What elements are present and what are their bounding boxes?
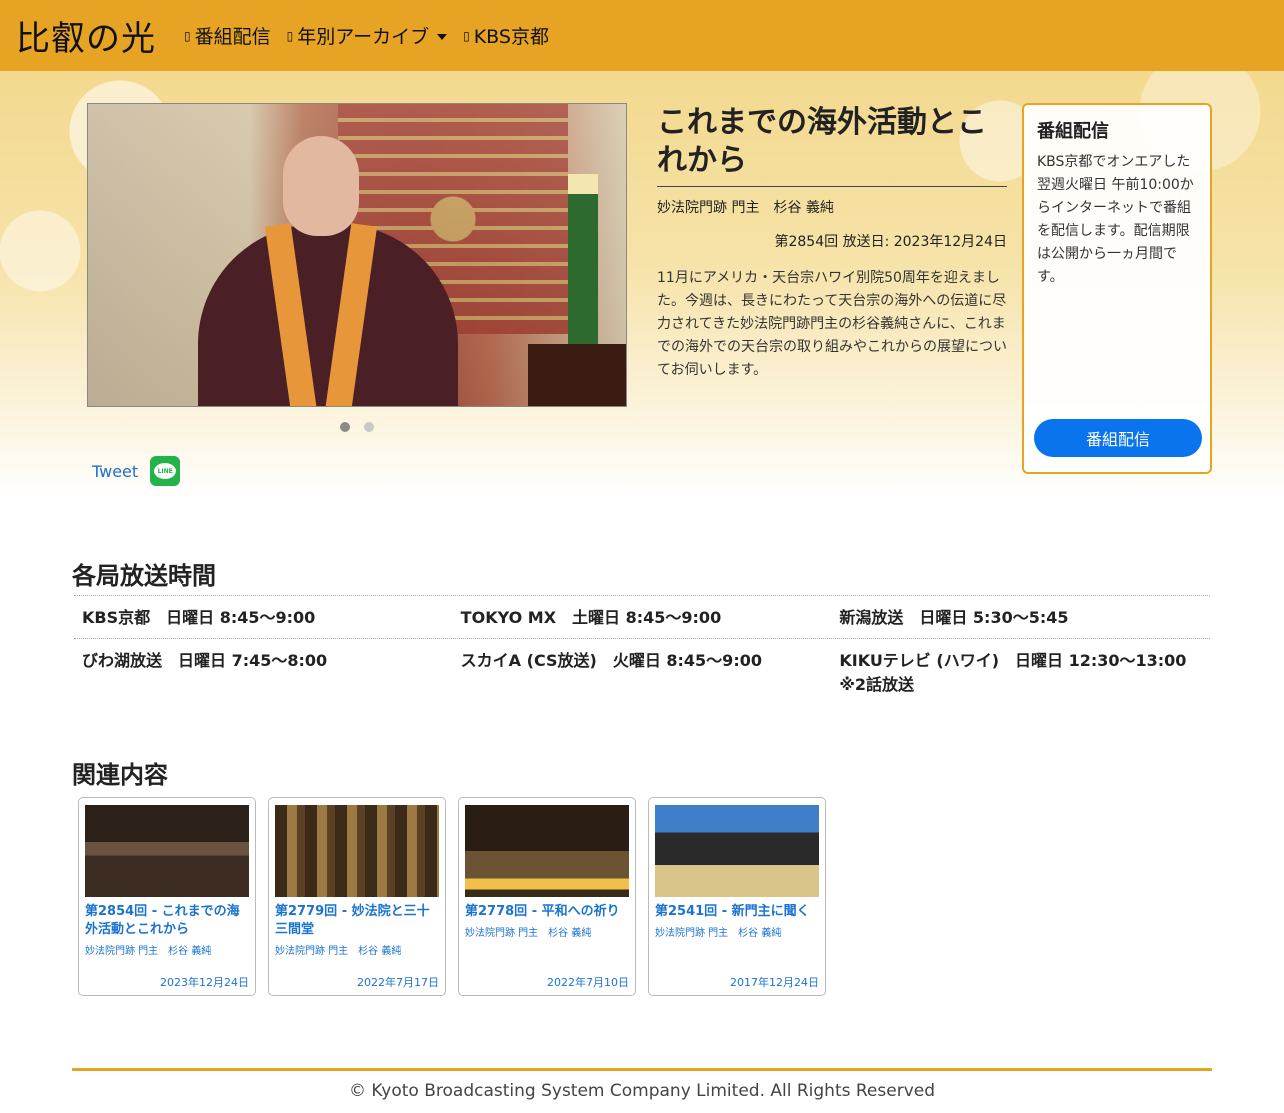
carousel-dot-2[interactable] bbox=[364, 422, 374, 432]
table-cell: びわ湖放送 日曜日 7:45〜8:00 bbox=[82, 651, 328, 670]
card-performer: 妙法院門跡 門主 杉谷 義純 bbox=[275, 946, 402, 957]
carousel-slide-image[interactable] bbox=[87, 103, 627, 407]
carousel-indicators bbox=[340, 422, 374, 432]
line-share-button[interactable]: LINE bbox=[150, 456, 181, 486]
delivery-text: KBS京都でオンエアした翌週火曜日 午前10:00からインターネットで番組を配信… bbox=[1037, 154, 1194, 285]
card-thumbnail bbox=[275, 805, 439, 897]
table-cell: KBS京都 日曜日 8:45〜9:00 bbox=[82, 608, 316, 627]
table-cell: スカイA (CS放送) 火曜日 8:45〜9:00 bbox=[460, 651, 762, 670]
share-bar: Tweet LINE bbox=[92, 456, 181, 486]
card-performer: 妙法院門跡 門主 杉谷 義純 bbox=[85, 946, 212, 957]
chevron-down-icon bbox=[437, 33, 448, 40]
link-icon: ▯ bbox=[463, 28, 470, 43]
broadcast-times-title: 各局放送時間 bbox=[72, 562, 216, 590]
nav-item-label: 年別アーカイブ bbox=[297, 26, 430, 48]
card-title: 第2779回 - 妙法院と三十三間堂 bbox=[275, 904, 430, 937]
episode-title: これまでの海外活動とこれから bbox=[657, 104, 1007, 187]
delivery-panel: 番組配信 KBS京都でオンエアした翌週火曜日 午前10:00からインターネットで… bbox=[1022, 103, 1212, 474]
table-cell: TOKYO MX 土曜日 8:45〜9:00 bbox=[460, 608, 722, 627]
table-cell: 新潟放送 日曜日 5:30〜5:45 bbox=[839, 608, 1069, 627]
navbar: 比叡の光 ▯ 番組配信 ▯ 年別アーカイブ ▯ KBS京都 bbox=[0, 0, 1284, 71]
monk-head-image bbox=[283, 136, 359, 236]
table-row: びわ湖放送 日曜日 7:45〜8:00 スカイA (CS放送) 火曜日 8:45… bbox=[74, 639, 1210, 705]
footer-copyright: © Kyoto Broadcasting System Company Limi… bbox=[348, 1081, 936, 1101]
delivery-button[interactable]: 番組配信 bbox=[1034, 419, 1202, 457]
broadcast-times-table: KBS京都 日曜日 8:45〜9:00 TOKYO MX 土曜日 8:45〜9:… bbox=[74, 595, 1210, 705]
table-cell: KIKUテレビ (ハワイ) 日曜日 12:30〜13:00 ※2話放送 bbox=[839, 651, 1187, 694]
related-card[interactable]: 第2854回 - これまでの海外活動とこれから 妙法院門跡 門主 杉谷 義純 2… bbox=[78, 797, 256, 996]
card-performer: 妙法院門跡 門主 杉谷 義純 bbox=[655, 928, 782, 939]
related-title: 関連内容 bbox=[72, 761, 168, 789]
related-cards: 第2854回 - これまでの海外活動とこれから 妙法院門跡 門主 杉谷 義純 2… bbox=[78, 797, 826, 996]
card-date: 2022年7月10日 bbox=[547, 976, 629, 989]
related-card[interactable]: 第2779回 - 妙法院と三十三間堂 妙法院門跡 門主 杉谷 義純 2022年7… bbox=[268, 797, 446, 996]
card-title: 第2541回 - 新門主に聞く bbox=[655, 904, 810, 919]
card-date: 2022年7月17日 bbox=[357, 976, 439, 989]
table-row: KBS京都 日曜日 8:45〜9:00 TOKYO MX 土曜日 8:45〜9:… bbox=[74, 596, 1210, 639]
table-image bbox=[528, 344, 626, 406]
nav-item-kbs[interactable]: ▯ KBS京都 bbox=[463, 22, 549, 49]
card-performer: 妙法院門跡 門主 杉谷 義純 bbox=[465, 928, 592, 939]
delivery-title: 番組配信 bbox=[1037, 121, 1109, 142]
related-card[interactable]: 第2778回 - 平和への祈り 妙法院門跡 門主 杉谷 義純 2022年7月10… bbox=[458, 797, 636, 996]
nav-item-label: KBS京都 bbox=[473, 26, 549, 48]
archive-icon: ▯ bbox=[286, 28, 294, 43]
card-title: 第2854回 - これまでの海外活動とこれから bbox=[85, 904, 240, 937]
episode-meta: 第2854回 放送日: 2023年12月24日 bbox=[774, 234, 1007, 250]
card-thumbnail bbox=[465, 805, 629, 897]
related-card[interactable]: 第2541回 - 新門主に聞く 妙法院門跡 門主 杉谷 義純 2017年12月2… bbox=[648, 797, 826, 996]
nav-item-label: 番組配信 bbox=[194, 26, 271, 48]
episode-info: これまでの海外活動とこれから 妙法院門跡 門主 杉谷 義純 第2854回 放送日… bbox=[657, 104, 1007, 382]
episode-description: 11月にアメリカ・天台宗ハワイ別院50周年を迎えました。今週は、長きにわたって天… bbox=[657, 270, 1007, 378]
carousel-dot-1[interactable] bbox=[340, 422, 350, 432]
card-date: 2017年12月24日 bbox=[730, 976, 819, 989]
nav-item-archive[interactable]: ▯ 年別アーカイブ bbox=[286, 22, 448, 49]
card-date: 2023年12月24日 bbox=[160, 976, 249, 989]
tweet-link[interactable]: Tweet bbox=[92, 462, 138, 481]
episode-performer: 妙法院門跡 門主 杉谷 義純 bbox=[657, 200, 834, 216]
card-thumbnail bbox=[655, 805, 819, 897]
nav-item-broadcast[interactable]: ▯ 番組配信 bbox=[184, 22, 271, 49]
footer-divider bbox=[72, 1068, 1212, 1071]
line-icon: LINE bbox=[154, 463, 177, 479]
card-thumbnail bbox=[85, 805, 249, 897]
card-title: 第2778回 - 平和への祈り bbox=[465, 904, 620, 919]
broadcast-icon: ▯ bbox=[184, 28, 191, 43]
site-brand[interactable]: 比叡の光 bbox=[16, 11, 156, 60]
